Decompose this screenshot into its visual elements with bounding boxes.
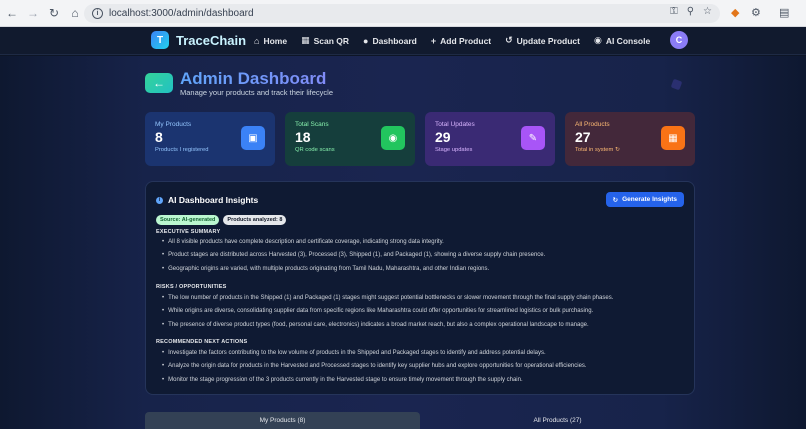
brand-name: TraceChain (176, 32, 247, 48)
app-navbar: T TraceChain ⌂ Home ▦ Scan QR ● Dashboard +… (0, 27, 806, 55)
history-icon: ↺ (505, 35, 513, 45)
back-button[interactable]: ← (145, 73, 173, 93)
brand[interactable]: T TraceChain (151, 31, 246, 49)
key-icon[interactable]: ⚿ (670, 6, 678, 17)
forward-arrow-icon[interactable]: → (24, 4, 42, 22)
url-text: localhost:3000/admin/dashboard (109, 8, 254, 19)
reload-icon[interactable]: ↻ (45, 4, 63, 22)
generate-insights-button[interactable]: ↻ Generate Insights (605, 192, 684, 207)
address-bar[interactable]: i localhost:3000/admin/dashboard (84, 4, 720, 23)
extensions-icon[interactable]: ⚙ (751, 6, 761, 19)
plus-icon: + (430, 35, 437, 46)
list-item: All 8 visible products have complete des… (162, 235, 686, 249)
home-icon[interactable]: ⌂ (66, 4, 84, 22)
info-icon: i (156, 196, 163, 204)
list-item: Investigate the factors contributing to … (162, 346, 686, 360)
stat-card-my-products: My Products 8 Products I registered ▣ (145, 112, 275, 166)
section-heading: RISKS / OPPORTUNITIES (156, 284, 227, 290)
grid-icon: ▦ (661, 126, 685, 150)
brand-logo: T (151, 31, 169, 49)
avatar[interactable]: C (670, 31, 688, 49)
arrow-left-icon: ← (153, 76, 165, 90)
refresh-icon[interactable]: ↻ (615, 147, 620, 153)
section-list: Investigate the factors contributing to … (156, 346, 686, 387)
browser-toolbar: ← → ↻ ⌂ i localhost:3000/admin/dashboard… (0, 0, 806, 27)
main-content: ← Admin Dashboard Manage your products a… (0, 56, 806, 429)
ai-insights-panel: i AI Dashboard Insights ↻ Generate Insig… (145, 181, 695, 395)
section-list: All 8 visible products have complete des… (156, 235, 686, 276)
nav-dashboard[interactable]: ● Dashboard (363, 35, 417, 46)
nav-links: ⌂ Home ▦ Scan QR ● Dashboard + Add Product ↺… (254, 35, 650, 46)
stat-card-total-scans: Total Scans 18 QR code scans ◉ (285, 112, 415, 166)
bookmark-star-icon[interactable]: ☆ (703, 6, 712, 17)
list-item: Monitor the stage progression of the 3 p… (162, 373, 686, 387)
list-item: Analyze the origin data for products in … (162, 360, 686, 374)
sidebar-icon[interactable]: ▤ (779, 6, 789, 19)
home-icon: ⌂ (254, 35, 260, 46)
site-info-icon[interactable]: i (92, 8, 103, 19)
list-item: The presence of diverse product types (f… (162, 318, 686, 332)
edit-icon: ✎ (521, 126, 545, 150)
product-tabs: My Products (8) All Products (27) (145, 412, 695, 429)
tab-my-products[interactable]: My Products (8) (145, 412, 420, 429)
zoom-icon[interactable]: ⚲ (687, 6, 694, 17)
page-title: Admin Dashboard (180, 69, 327, 88)
user-icon: ● (363, 35, 369, 46)
eye-icon: ◉ (381, 126, 405, 150)
decorative-shape (670, 78, 683, 91)
list-item: The low number of products in the Shippe… (162, 291, 686, 305)
robot-icon: ◉ (593, 35, 602, 45)
products-analyzed-badge: Products analyzed: 8 (223, 215, 287, 225)
section-list: The low number of products in the Shippe… (156, 291, 686, 332)
stat-card-total-updates: Total Updates 29 Stage updates ✎ (425, 112, 555, 166)
insights-title: AI Dashboard Insights (168, 195, 259, 205)
box-icon: ▣ (241, 126, 265, 150)
nav-ai-console[interactable]: ◉ AI Console (594, 35, 650, 46)
tab-all-products[interactable]: All Products (27) (420, 412, 695, 429)
stat-card-all-products: All Products 27 Total in system ↻ ▦ (565, 112, 695, 166)
nav-update-product[interactable]: ↺ Update Product (505, 35, 580, 46)
list-item: Product stages are distributed across Ha… (162, 249, 686, 263)
nav-scan-qr[interactable]: ▦ Scan QR (301, 35, 349, 46)
list-item: While origins are diverse, consolidating… (162, 305, 686, 319)
nav-add-product[interactable]: + Add Product (431, 35, 491, 46)
source-badge: Source: AI-generated (156, 215, 220, 225)
qr-icon: ▦ (301, 35, 310, 45)
nav-home[interactable]: ⌂ Home (254, 35, 287, 46)
back-arrow-icon[interactable]: ← (3, 4, 21, 22)
metamask-icon[interactable]: ◆ (731, 6, 739, 19)
list-item: Geographic origins are varied, with mult… (162, 262, 686, 276)
refresh-icon: ↻ (612, 196, 619, 204)
section-heading: RECOMMENDED NEXT ACTIONS (156, 339, 248, 345)
page-subtitle: Manage your products and track their lif… (180, 88, 333, 97)
